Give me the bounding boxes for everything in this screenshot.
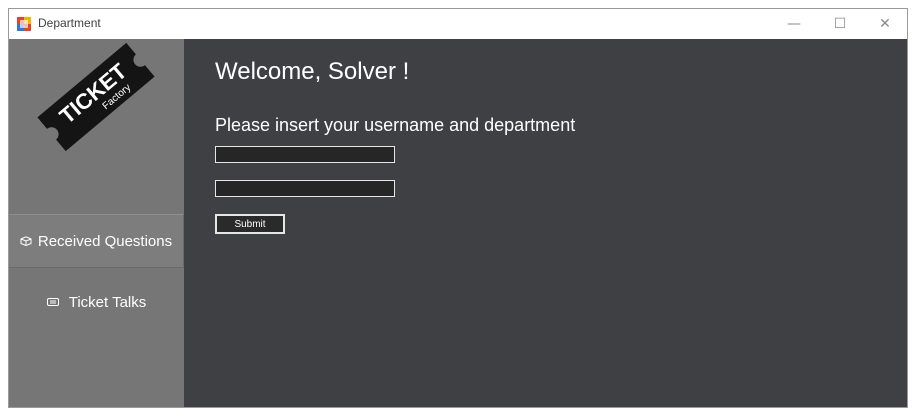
minimize-button[interactable]: — — [771, 9, 817, 39]
sidebar-item-received-questions[interactable]: Received Questions — [9, 214, 184, 268]
ticket-factory-logo: TICKET Factory — [37, 42, 155, 152]
sidebar-item-ticket-talks[interactable]: Ticket Talks — [9, 275, 184, 329]
welcome-heading: Welcome, Solver ! — [215, 58, 410, 85]
sidebar: TICKET Factory Received Questions Ticket… — [9, 39, 184, 407]
chat-icon — [46, 298, 59, 306]
sidebar-item-label: Received Questions — [37, 232, 173, 250]
sidebar-item-label: Ticket Talks — [68, 293, 147, 311]
winforms-app-icon — [17, 17, 31, 31]
box-icon — [20, 236, 32, 246]
username-field[interactable] — [215, 146, 395, 163]
submit-button[interactable]: Submit — [215, 214, 285, 234]
main-panel: Welcome, Solver ! Please insert your use… — [184, 39, 907, 407]
maximize-button[interactable]: ☐ — [817, 9, 863, 39]
instruction-text: Please insert your username and departme… — [215, 115, 576, 135]
department-window: Department — ☐ ✕ TICKET Factory Received… — [8, 8, 908, 408]
close-button[interactable]: ✕ — [862, 9, 908, 39]
department-field[interactable] — [215, 180, 395, 197]
window-title: Department — [38, 16, 101, 30]
title-bar[interactable]: Department — ☐ ✕ — [9, 9, 907, 39]
